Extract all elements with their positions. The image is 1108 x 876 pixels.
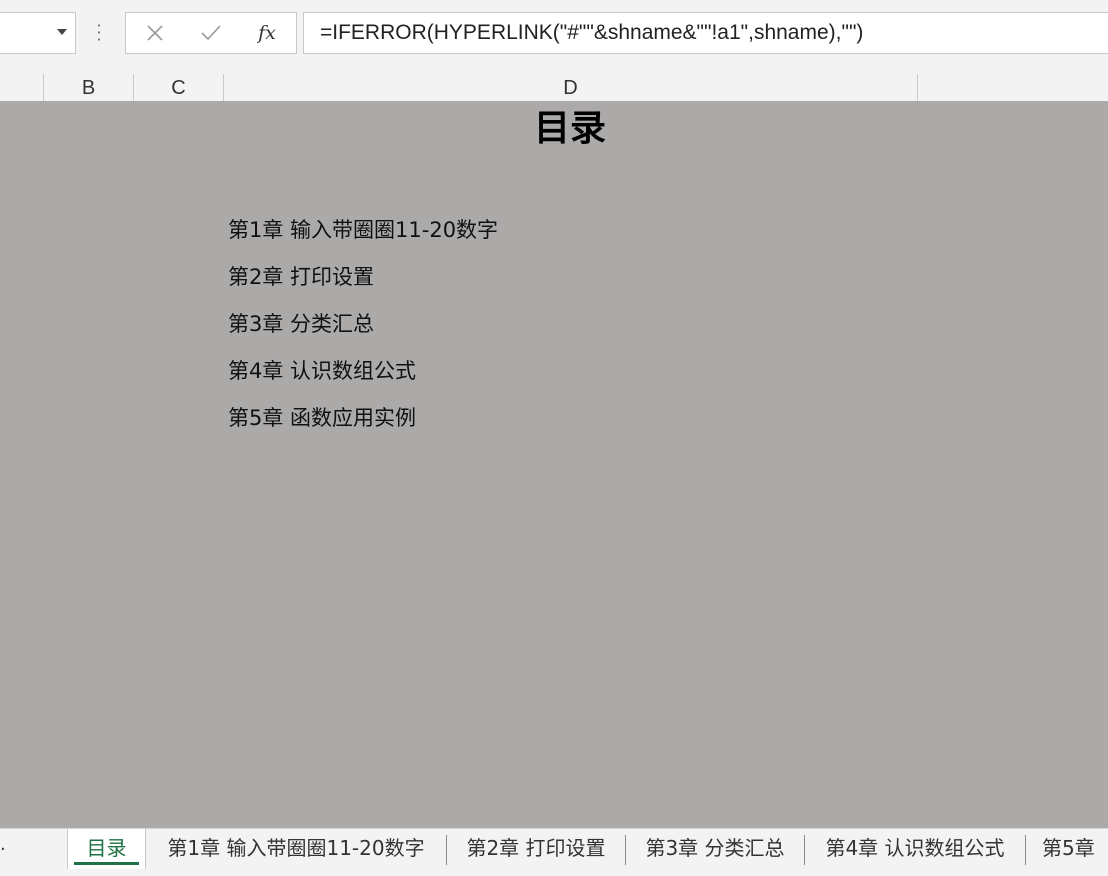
chapter-link-4[interactable]: 第4章 认识数组公式 (228, 356, 416, 386)
tab-toc[interactable]: 目录 (67, 829, 146, 869)
chapter-link-3[interactable]: 第3章 分类汇总 (228, 309, 374, 339)
column-header-c[interactable]: C (134, 74, 224, 101)
tab-chapter-3[interactable]: 第3章 分类汇总 (626, 829, 804, 869)
column-header-b[interactable]: B (44, 74, 134, 101)
function-icon: fx (258, 22, 276, 44)
column-header-a[interactable]: A (0, 74, 44, 101)
tab-label: 第1章 输入带圈圈11-20数字 (167, 836, 425, 860)
tab-label: 目录 (86, 836, 127, 860)
tab-chapter-4[interactable]: 第4章 认识数组公式 (805, 829, 1025, 869)
active-tab-underline (74, 862, 139, 865)
chevron-down-icon[interactable] (57, 29, 67, 35)
column-headers: A B C D (0, 74, 1108, 101)
close-icon (147, 25, 163, 41)
chapter-link-1[interactable]: 第1章 输入带圈圈11-20数字 (228, 215, 498, 245)
tab-label: 第3章 分类汇总 (645, 836, 785, 860)
column-header-d[interactable]: D (224, 74, 918, 101)
sheet-grid[interactable] (0, 101, 1108, 828)
spreadsheet-window: · · · fx =IFERROR(HYPERLINK("#""&shname&""… (0, 0, 1108, 876)
formula-input[interactable]: =IFERROR(HYPERLINK("#""&shname&""!a1",sh… (303, 12, 1108, 54)
insert-function-button[interactable]: fx (242, 13, 292, 53)
chapter-link-5[interactable]: 第5章 函数应用实例 (228, 403, 416, 433)
tab-chapter-2[interactable]: 第2章 打印设置 (447, 829, 625, 869)
more-options-icon[interactable]: · · · (96, 18, 102, 48)
tab-scroll-dot[interactable]: · (0, 839, 6, 860)
tab-label: 第4章 认识数组公式 (825, 836, 1005, 860)
enter-formula-button[interactable] (186, 13, 236, 53)
formula-actions: fx (125, 12, 297, 54)
page-title: 目录 (533, 108, 606, 149)
formula-bar: · · · fx =IFERROR(HYPERLINK("#""&shname&""… (0, 0, 1108, 74)
chapter-link-2[interactable]: 第2章 打印设置 (228, 262, 374, 292)
check-icon (201, 25, 221, 41)
tab-label: 第5章 (1042, 836, 1095, 860)
tab-chapter-1[interactable]: 第1章 输入带圈圈11-20数字 (146, 829, 446, 869)
name-box[interactable] (0, 12, 76, 54)
tab-chapter-5[interactable]: 第5章 (1026, 829, 1108, 869)
cancel-formula-button[interactable] (130, 13, 180, 53)
sheet-tab-bar: · 目录 第1章 输入带圈圈11-20数字 第2章 打印设置 第3章 分类汇总 … (0, 828, 1108, 876)
tab-label: 第2章 打印设置 (466, 836, 606, 860)
